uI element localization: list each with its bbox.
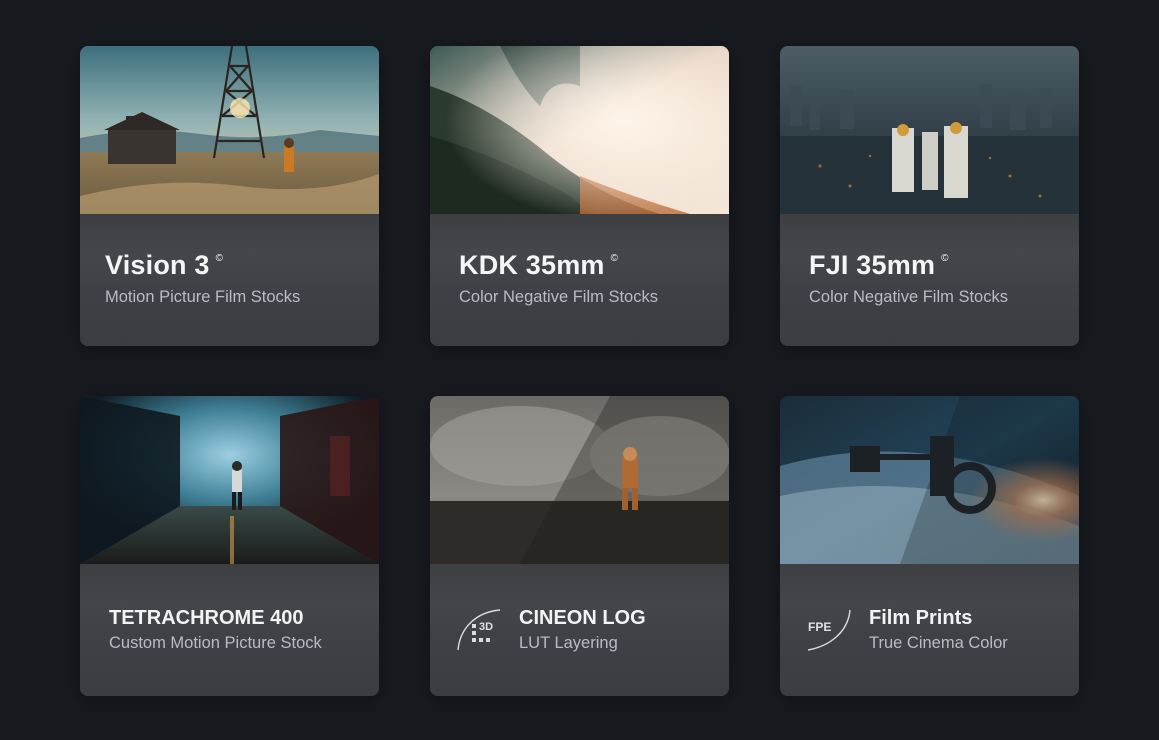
card-subtitle: Custom Motion Picture Stock bbox=[109, 634, 322, 652]
copyright-mark: © bbox=[215, 253, 224, 264]
card-info-panel: FJI 35mm © bbox=[780, 214, 1079, 346]
card-vision-3[interactable]: Vision 3 © Motion Picture Film Stocks bbox=[80, 46, 379, 346]
card-kdk-35mm[interactable]: KDK 35mm © Color Negative Film Stocks bbox=[430, 46, 729, 346]
3d-lut-badge-icon: 3D bbox=[456, 606, 504, 652]
copyright-mark: © bbox=[610, 253, 619, 264]
card-info-panel: TETRACHROME 400 Custom Motion Picture St… bbox=[80, 564, 379, 696]
card-info-panel: KDK 35mm © bbox=[430, 214, 729, 346]
fpe-badge-icon: FPE bbox=[806, 606, 854, 652]
card-info-panel: FPE Film Prints True Cinema Color bbox=[780, 564, 1079, 696]
thumbnail-kdk-35mm bbox=[430, 46, 729, 214]
card-title: KDK 35mm © bbox=[459, 250, 619, 280]
thumbnail-cineon-log bbox=[430, 396, 729, 564]
thumbnail-film-prints bbox=[780, 396, 1079, 564]
card-subtitle: LUT Layering bbox=[519, 634, 618, 652]
thumbnail-fji-35mm bbox=[780, 46, 1079, 214]
card-subtitle: Color Negative Film Stocks bbox=[809, 288, 1008, 306]
thumbnail-tetrachrome-400 bbox=[80, 396, 379, 564]
film-stock-grid: Vision 3 © Motion Picture Film Stocks KD… bbox=[80, 46, 1079, 696]
copyright-mark: © bbox=[941, 253, 949, 264]
card-title: TETRACHROME 400 bbox=[109, 607, 304, 629]
card-info-panel: 3D CINEON LOG LUT Layering bbox=[430, 564, 729, 696]
badge-label: FPE bbox=[808, 620, 832, 634]
card-tetrachrome-400[interactable]: TETRACHROME 400 Custom Motion Picture St… bbox=[80, 396, 379, 696]
card-title: FJI 35mm © bbox=[809, 250, 949, 280]
card-info-panel: Vision 3 © bbox=[80, 214, 379, 346]
card-title: CINEON LOG bbox=[519, 607, 646, 629]
card-cineon-log[interactable]: 3D CINEON LOG LUT Layering bbox=[430, 396, 729, 696]
card-title: Vision 3 © bbox=[105, 250, 224, 280]
thumbnail-vision-3 bbox=[80, 46, 379, 214]
card-subtitle: True Cinema Color bbox=[869, 634, 1008, 652]
card-fji-35mm[interactable]: FJI 35mm © Color Negative Film Stocks bbox=[780, 46, 1079, 346]
card-subtitle: Color Negative Film Stocks bbox=[459, 288, 658, 306]
badge-label: 3D bbox=[479, 621, 494, 633]
card-title: Film Prints bbox=[869, 607, 973, 629]
card-film-prints[interactable]: FPE Film Prints True Cinema Color bbox=[780, 396, 1079, 696]
card-subtitle: Motion Picture Film Stocks bbox=[105, 288, 301, 306]
